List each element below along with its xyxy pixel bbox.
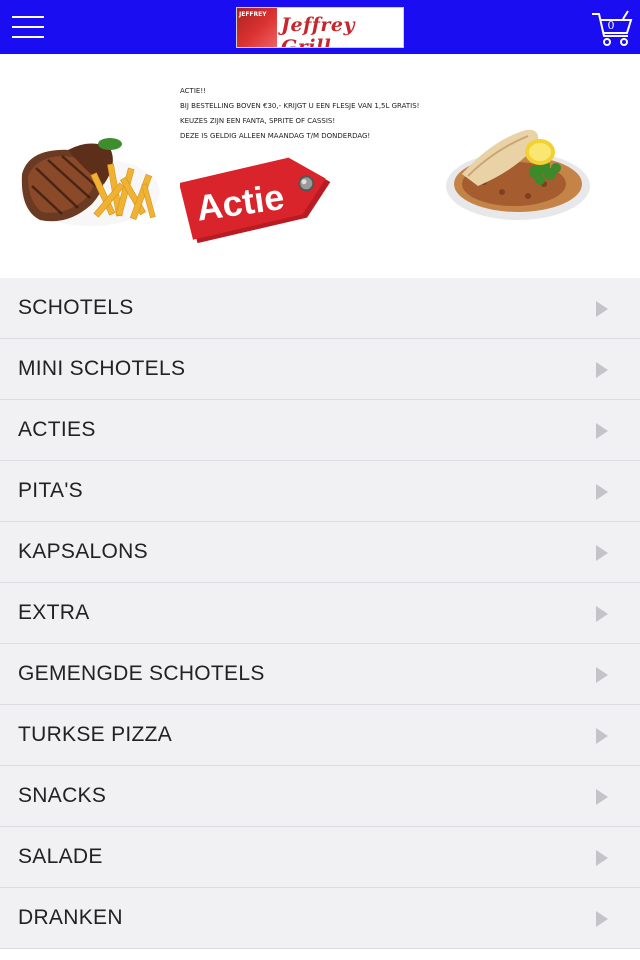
chevron-right-icon <box>596 728 608 744</box>
category-label: KAPSALONS <box>18 540 148 563</box>
chevron-right-icon <box>596 301 608 317</box>
cart-count-badge: 0 <box>607 19 615 32</box>
top-bar: JEFFREY Jeffrey Grill 0 <box>0 0 640 54</box>
category-label: EXTRA <box>18 601 90 624</box>
turkish-pizza-image <box>444 122 594 228</box>
category-item-gemengde-schotels[interactable]: GEMENGDE SCHOTELS <box>0 644 640 705</box>
promo-line-offer: BIJ BESTELLING BOVEN €30,- KRIJGT U EEN … <box>180 102 420 110</box>
jeffrey-grill-logo[interactable]: JEFFREY Jeffrey Grill <box>236 7 404 48</box>
category-label: ACTIES <box>18 418 96 441</box>
category-label: TURKSE PIZZA <box>18 723 173 746</box>
logo-text: Jeffrey Grill <box>281 14 356 48</box>
category-label: MINI SCHOTELS <box>18 357 186 380</box>
steak-fries-image <box>20 138 160 226</box>
menu-line <box>12 26 44 28</box>
hamburger-menu-icon[interactable] <box>12 12 44 42</box>
category-label: PITA'S <box>18 479 83 502</box>
category-item-acties[interactable]: ACTIES <box>0 400 640 461</box>
category-item-salade[interactable]: SALADE <box>0 827 640 888</box>
category-label: SALADE <box>18 845 103 868</box>
chevron-right-icon <box>596 850 608 866</box>
promo-line-title: ACTIE!! <box>180 87 206 95</box>
category-item-extra[interactable]: EXTRA <box>0 583 640 644</box>
chevron-right-icon <box>596 423 608 439</box>
actie-price-tag-image: Actie <box>180 157 331 244</box>
chevron-right-icon <box>596 545 608 561</box>
category-label: DRANKEN <box>18 906 123 929</box>
chevron-right-icon <box>596 667 608 683</box>
chevron-right-icon <box>596 362 608 378</box>
menu-line <box>12 16 44 18</box>
promo-line-validity: DEZE IS GELDIG ALLEEN MAANDAG T/M DONDER… <box>180 132 371 140</box>
chevron-right-icon <box>596 789 608 805</box>
category-label: SNACKS <box>18 784 107 807</box>
menu-line <box>12 36 44 38</box>
category-item-schotels[interactable]: SCHOTELS <box>0 278 640 339</box>
shopping-cart-button[interactable]: 0 <box>590 8 634 48</box>
category-item-kapsalons[interactable]: KAPSALONS <box>0 522 640 583</box>
chevron-right-icon <box>596 911 608 927</box>
logo-badge-text: JEFFREY <box>239 11 267 18</box>
logo-photo-strip: JEFFREY <box>237 8 277 47</box>
category-item-dranken[interactable]: DRANKEN <box>0 888 640 949</box>
promo-message: ACTIE!! BIJ BESTELLING BOVEN €30,- KRIJG… <box>180 84 430 144</box>
category-item-snacks[interactable]: SNACKS <box>0 766 640 827</box>
category-item-mini-schotels[interactable]: MINI SCHOTELS <box>0 339 640 400</box>
category-item-pitas[interactable]: PITA'S <box>0 461 640 522</box>
category-label: SCHOTELS <box>18 296 134 319</box>
promo-line-choices: KEUZES ZIJN EEN FANTA, SPRITE OF CASSIS! <box>180 117 336 125</box>
promo-banner[interactable]: ACTIE!! BIJ BESTELLING BOVEN €30,- KRIJG… <box>0 54 640 278</box>
chevron-right-icon <box>596 484 608 500</box>
category-label: GEMENGDE SCHOTELS <box>18 662 265 685</box>
category-list: SCHOTELS MINI SCHOTELS ACTIES PITA'S KAP… <box>0 278 640 949</box>
chevron-right-icon <box>596 606 608 622</box>
category-item-turkse-pizza[interactable]: TURKSE PIZZA <box>0 705 640 766</box>
